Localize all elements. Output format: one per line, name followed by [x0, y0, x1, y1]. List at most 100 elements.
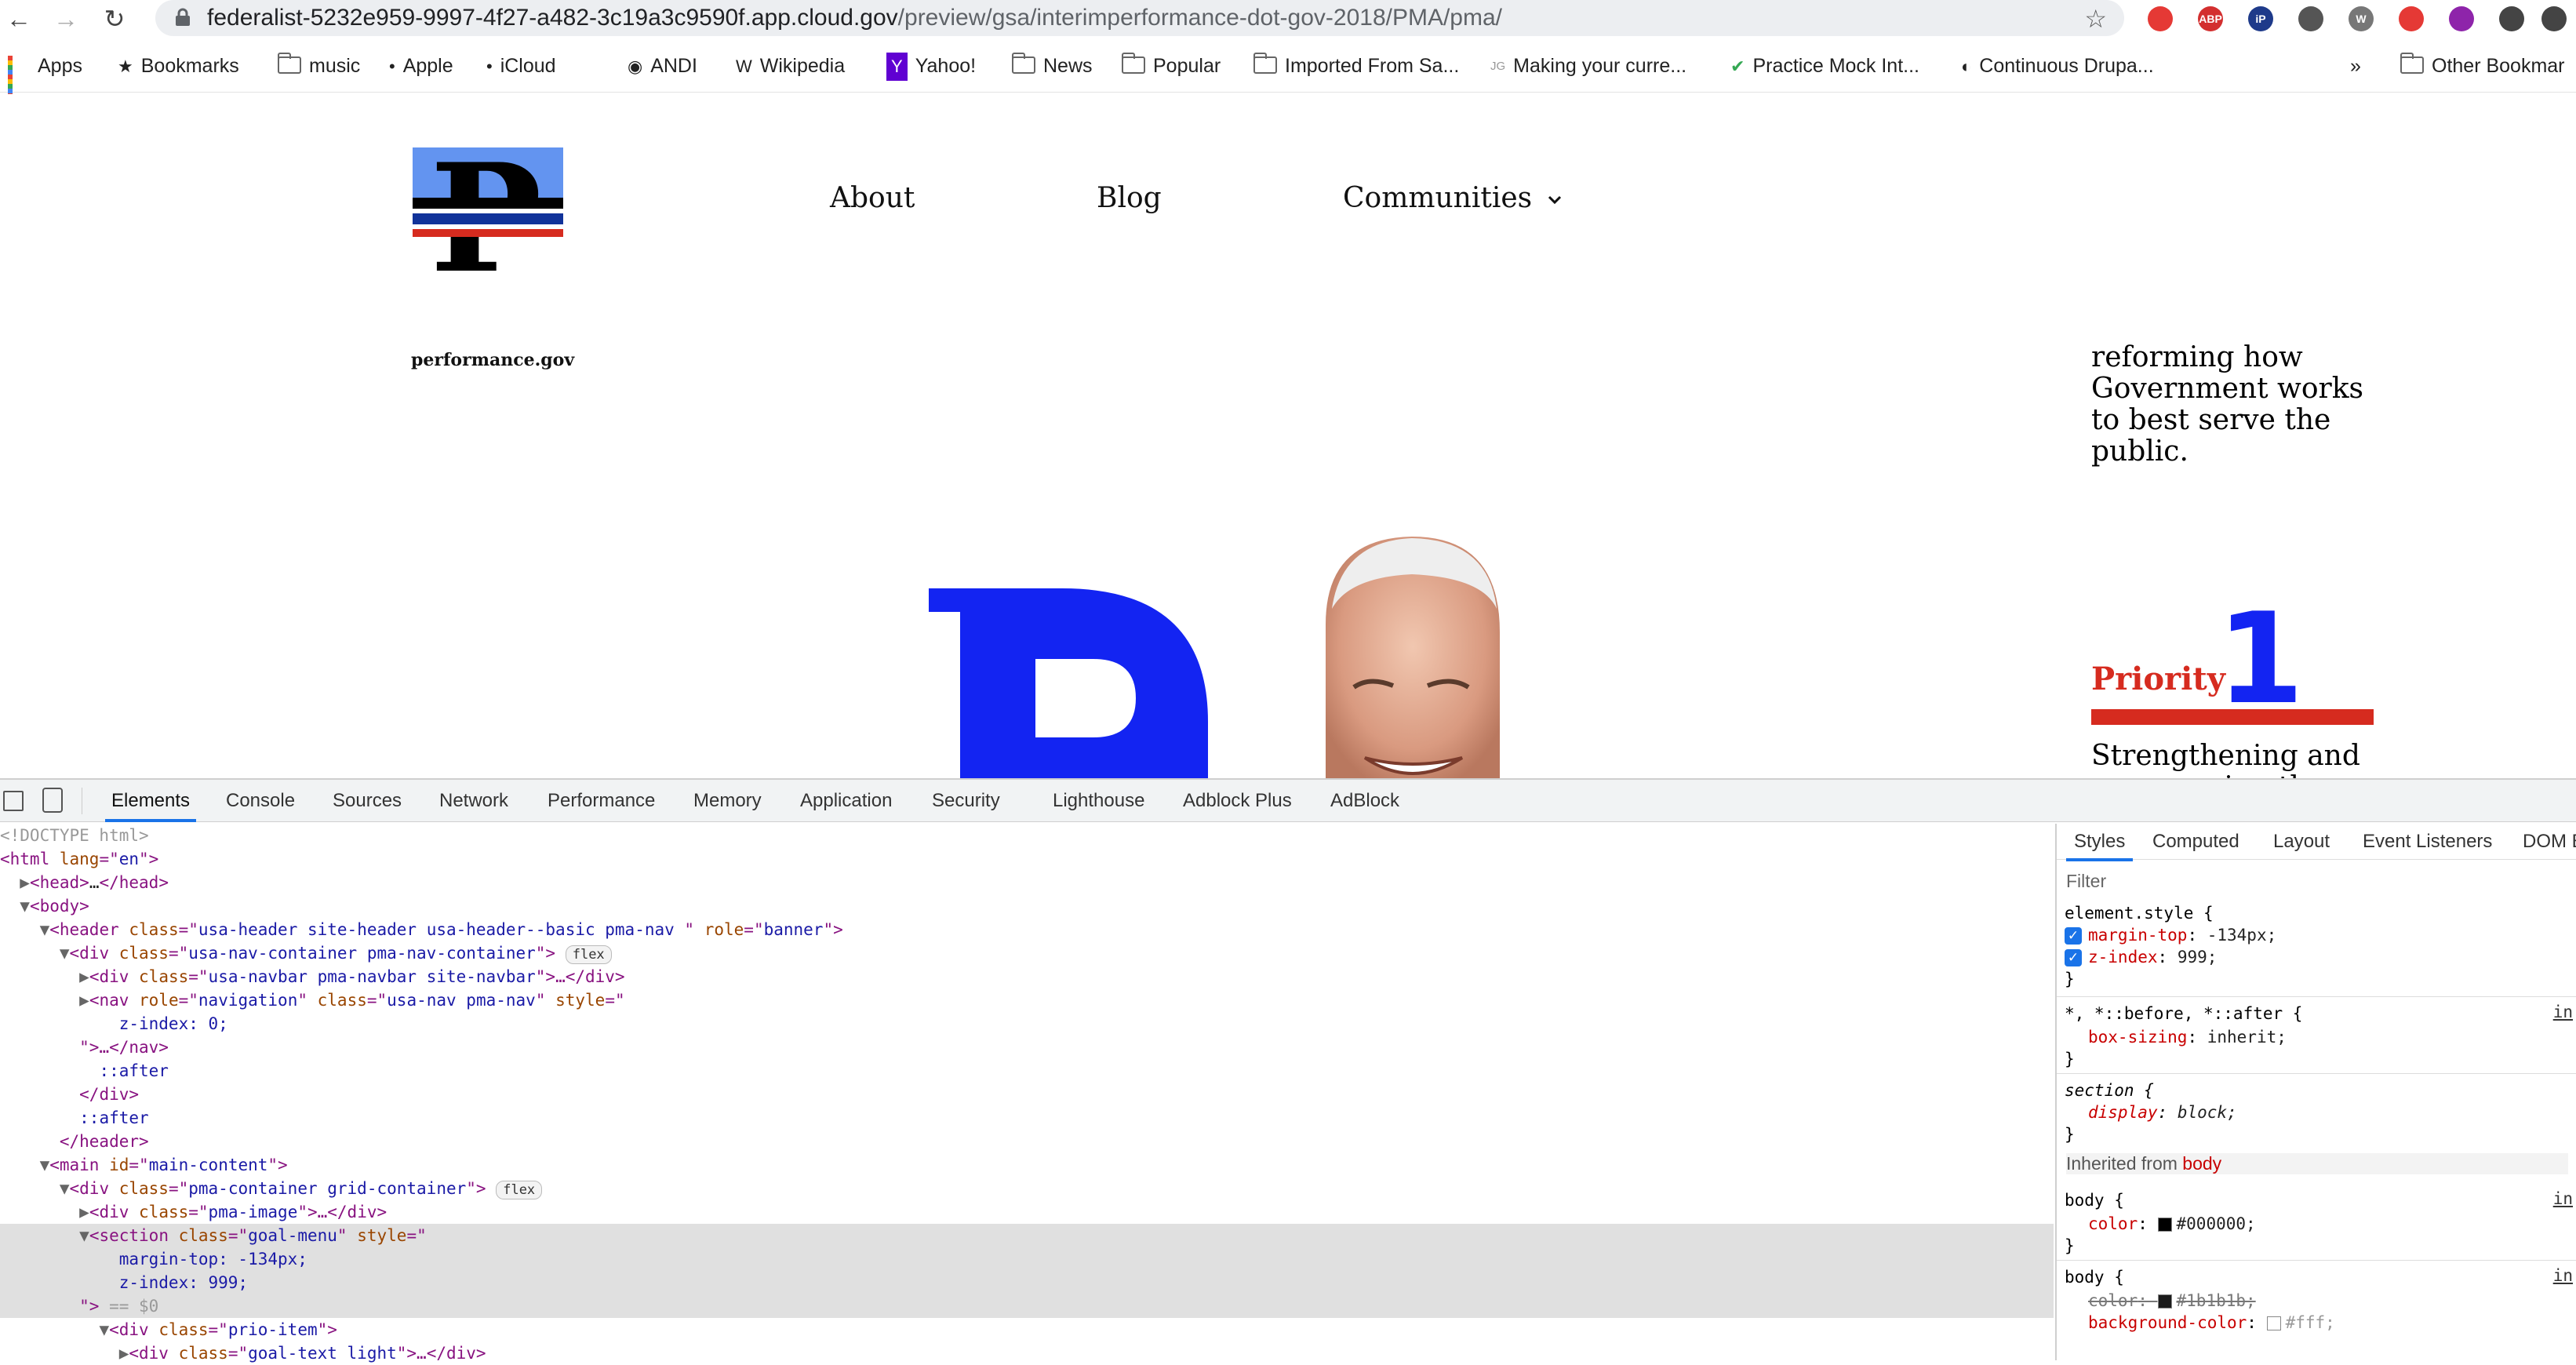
bookmark-item[interactable]: Popular	[1122, 52, 1221, 80]
flex-badge-2[interactable]: flex	[496, 1181, 543, 1199]
rule-element-style[interactable]: element.style {	[2065, 902, 2576, 924]
dom-line-nav-style[interactable]: z-index: 0;	[0, 1012, 2054, 1036]
flex-badge[interactable]: flex	[565, 945, 612, 964]
rule-universal[interactable]: *, *::before, *::after {	[2065, 1003, 2576, 1025]
dom-line-pma-container[interactable]: ▼<div class="pma-container grid-containe…	[0, 1177, 2054, 1200]
extension-icon[interactable]	[2499, 6, 2524, 31]
dom-line-goal-text[interactable]: ▶<div class="goal-text light">…</div>	[0, 1341, 2054, 1365]
source-link-1[interactable]: in	[2553, 1003, 2573, 1021]
devtools-tab-security[interactable]: Security	[932, 789, 1000, 813]
dom-line-header-close[interactable]: </header>	[0, 1130, 2054, 1153]
bookmark-item[interactable]: Apps	[8, 52, 82, 99]
goal-title[interactable]: Strengthening and empowering the Federal…	[2091, 741, 2389, 779]
checkbox-icon[interactable]: ✓	[2065, 927, 2082, 945]
devtools-tab-network[interactable]: Network	[439, 789, 508, 813]
decl-display[interactable]: display: block;	[2088, 1101, 2576, 1123]
decl-margin-top[interactable]: ✓ margin-top: -134px;	[2065, 924, 2576, 946]
decl-box-sizing[interactable]: box-sizing: inherit;	[2088, 1026, 2576, 1048]
devtools-tab-elements[interactable]: Elements	[104, 789, 197, 822]
bookmark-item[interactable]: • iCloud	[486, 52, 556, 80]
extension-icon[interactable]	[2541, 6, 2567, 31]
dom-line-prio-item[interactable]: ▼<div class="prio-item">	[0, 1318, 2054, 1341]
decl-background[interactable]: background-color: #fff;	[2088, 1312, 2576, 1334]
rule-body-1[interactable]: body {	[2065, 1189, 2576, 1211]
bookmarks-overflow-chevron[interactable]: »	[2350, 52, 2361, 80]
bookmark-item[interactable]: music	[278, 52, 360, 80]
dom-line-section-style-2[interactable]: z-index: 999;	[0, 1271, 2054, 1294]
bookmark-item[interactable]: • Apple	[389, 52, 453, 80]
bookmark-item[interactable]: ◉ ANDI	[628, 52, 697, 80]
nav-about[interactable]: About	[830, 182, 915, 214]
devtools-tab-sources[interactable]: Sources	[333, 789, 402, 813]
styles-tab-styles[interactable]: Styles	[2065, 830, 2134, 861]
reload-icon[interactable]: ↻	[99, 3, 130, 35]
forward-arrow-icon[interactable]: →	[50, 3, 82, 35]
devtools-tab-performance[interactable]: Performance	[548, 789, 655, 813]
extension-icon[interactable]	[2449, 6, 2474, 31]
other-bookmarks[interactable]: Other Bookmar	[2400, 52, 2565, 80]
extension-icon[interactable]	[2148, 6, 2173, 31]
extension-icon[interactable]: ABP	[2198, 6, 2223, 31]
dom-line-doctype[interactable]: <!DOCTYPE html>	[0, 824, 2054, 847]
extension-icon[interactable]: W	[2349, 6, 2374, 31]
styles-tab-computed[interactable]: Computed	[2152, 830, 2239, 854]
decl-z-index[interactable]: ✓ z-index: 999;	[2065, 946, 2576, 968]
address-bar[interactable]: federalist-5232e959-9997-4f27-a482-3c19a…	[155, 0, 2124, 36]
dom-line-after-1[interactable]: ::after	[0, 1059, 2054, 1083]
dom-line-section-selected[interactable]: ▼<section class="goal-menu" style="	[0, 1224, 2054, 1247]
back-arrow-icon[interactable]: ←	[3, 3, 35, 35]
nav-blog[interactable]: Blog	[1097, 182, 1162, 214]
dom-line-div-close[interactable]: </div>	[0, 1083, 2054, 1106]
bookmark-star-icon[interactable]: ☆	[2084, 4, 2107, 34]
bookmark-item[interactable]: Y Yahoo!	[886, 52, 976, 82]
source-link-3[interactable]: in	[2553, 1266, 2573, 1285]
dom-line-nav-close[interactable]: ">…</nav>	[0, 1036, 2054, 1059]
bookmark-item[interactable]: Imported From Sa...	[1253, 52, 1459, 80]
dom-line-header[interactable]: ▼<header class="usa-header site-header u…	[0, 918, 2054, 941]
styles-tab-event-listeners[interactable]: Event Listeners	[2363, 830, 2492, 854]
styles-tab-dom-b[interactable]: DOM B	[2523, 830, 2576, 854]
inherited-element[interactable]: body	[2182, 1153, 2221, 1174]
dom-line-pma-image[interactable]: ▶<div class="pma-image">…</div>	[0, 1200, 2054, 1224]
devtools-tab-memory[interactable]: Memory	[693, 789, 762, 813]
color-swatch-icon[interactable]	[2157, 1218, 2172, 1232]
bookmark-item[interactable]: ★ Bookmarks	[118, 52, 239, 80]
inspect-element-icon[interactable]	[3, 791, 24, 811]
bookmark-item[interactable]: JG Making your curre...	[1490, 52, 1686, 80]
checkbox-icon[interactable]: ✓	[2065, 949, 2082, 966]
devtools-tab-adblock-plus[interactable]: Adblock Plus	[1183, 789, 1292, 813]
nav-communities[interactable]: Communities	[1343, 182, 1562, 214]
devtools-tab-console[interactable]: Console	[226, 789, 295, 813]
dom-line-head[interactable]: ▶<head>…</head>	[0, 871, 2054, 894]
devtools-tab-lighthouse[interactable]: Lighthouse	[1053, 789, 1144, 813]
bookmark-item[interactable]: W Wikipedia	[736, 52, 845, 80]
dom-line-nav[interactable]: ▶<nav role="navigation" class="usa-nav p…	[0, 988, 2054, 1012]
extension-icon[interactable]	[2399, 6, 2424, 31]
color-swatch-icon[interactable]	[2157, 1294, 2172, 1309]
decl-color-2[interactable]: color: #1b1b1b;	[2088, 1290, 2576, 1312]
elements-dom-tree[interactable]: <!DOCTYPE html> <html lang="en"> ▶<head>…	[0, 824, 2054, 1363]
bookmark-item[interactable]: News	[1012, 52, 1093, 80]
source-link-2[interactable]: in	[2553, 1189, 2573, 1208]
dom-line-body[interactable]: ▼<body>	[0, 894, 2054, 918]
dom-line-section-style-1[interactable]: margin-top: -134px;	[0, 1247, 2054, 1271]
extension-icon[interactable]: iP	[2248, 6, 2273, 31]
dom-line-after-2[interactable]: ::after	[0, 1106, 2054, 1130]
dom-line-navbar[interactable]: ▶<div class="usa-navbar pma-navbar site-…	[0, 965, 2054, 988]
devtools-tab-adblock[interactable]: AdBlock	[1330, 789, 1399, 813]
extension-icon[interactable]	[2298, 6, 2323, 31]
color-swatch-icon[interactable]	[2266, 1316, 2281, 1330]
dom-line-html[interactable]: <html lang="en">	[0, 847, 2054, 871]
site-logo[interactable]: P performance.gov	[411, 144, 574, 371]
rule-body-2[interactable]: body {	[2065, 1266, 2576, 1288]
rule-section[interactable]: section {	[2065, 1079, 2576, 1101]
device-toolbar-icon[interactable]	[42, 788, 63, 813]
styles-tab-layout[interactable]: Layout	[2273, 830, 2330, 854]
dom-line-main[interactable]: ▼<main id="main-content">	[0, 1153, 2054, 1177]
devtools-tab-application[interactable]: Application	[800, 789, 892, 813]
styles-filter-input[interactable]: Filter	[2066, 871, 2106, 892]
dom-line-section-end[interactable]: "> == $0	[0, 1294, 2054, 1318]
bookmark-item[interactable]: ✔ Practice Mock Int...	[1730, 52, 1919, 80]
bookmark-item[interactable]: ◐ Continuous Drupa...	[1961, 52, 2154, 80]
decl-color-1[interactable]: color: #000000;	[2088, 1213, 2576, 1235]
